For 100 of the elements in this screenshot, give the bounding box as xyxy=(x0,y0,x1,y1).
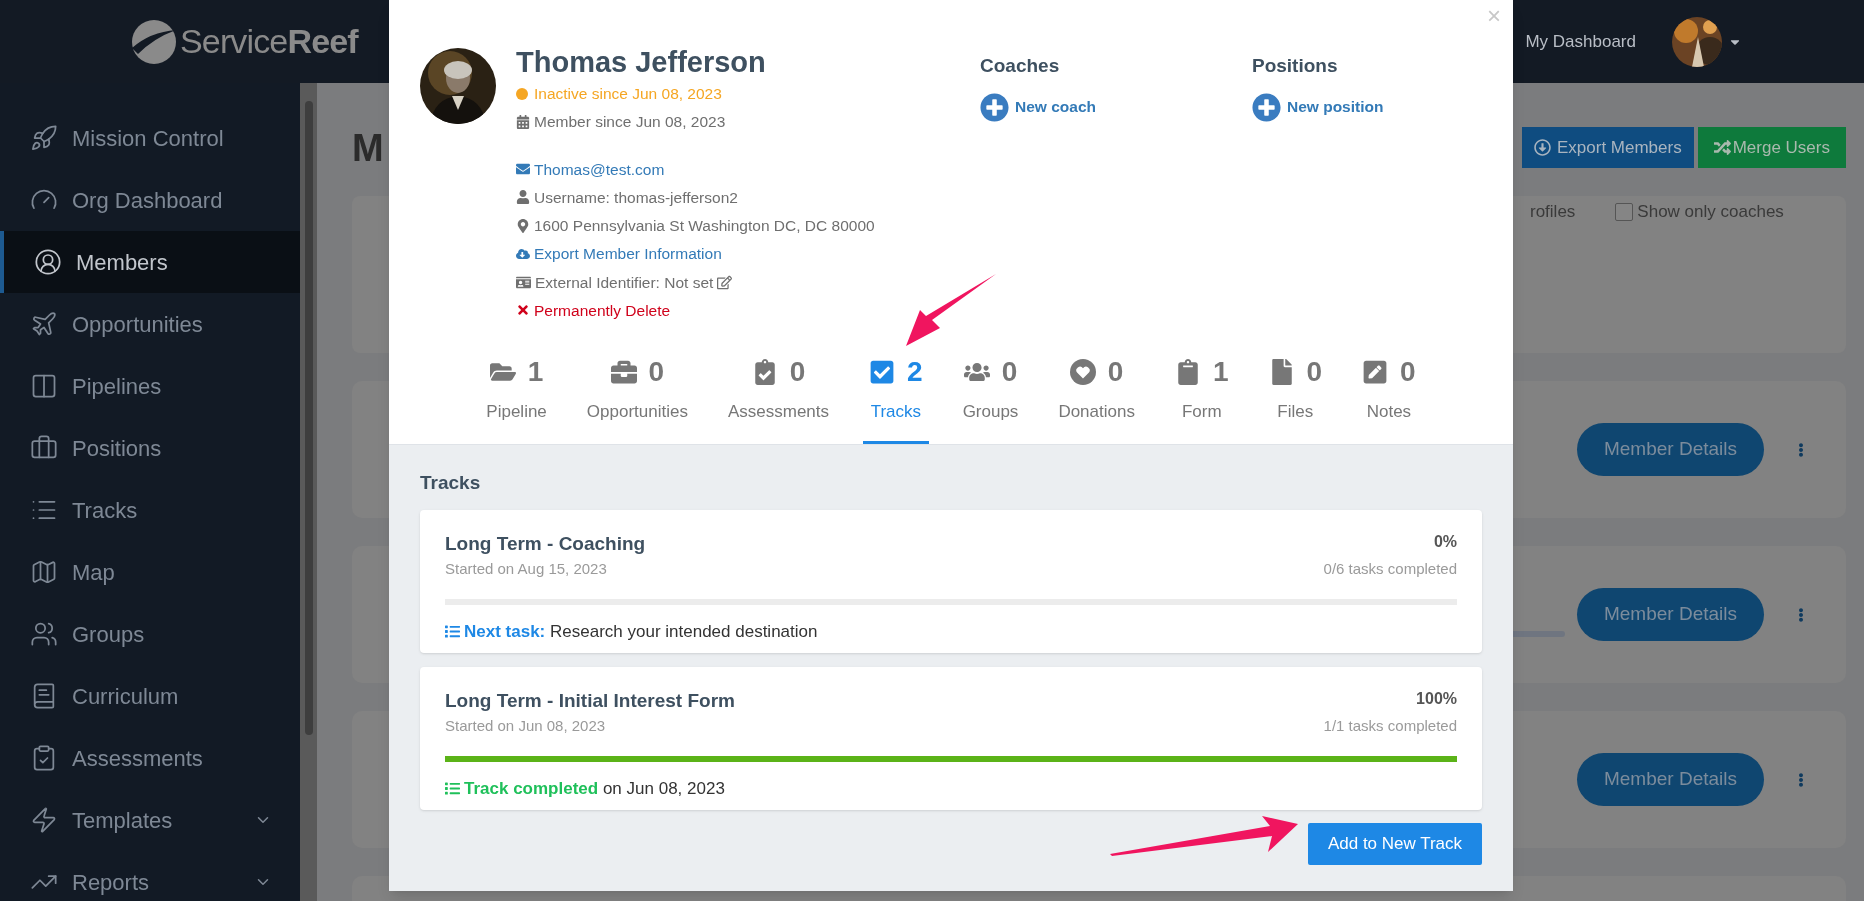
tab-icon xyxy=(610,359,637,385)
sidebar-item[interactable]: Members xyxy=(0,231,300,293)
sidebar-item[interactable]: Assessments xyxy=(0,727,300,789)
sidebar-icon xyxy=(30,372,58,400)
plus-icon xyxy=(1252,92,1281,122)
list-icon xyxy=(445,623,460,639)
logo[interactable]: ServiceReef xyxy=(130,16,358,67)
add-link[interactable]: New position xyxy=(1252,92,1384,122)
delete-link[interactable]: Permanently Delete xyxy=(534,298,671,322)
sidebar-icon xyxy=(34,248,62,276)
checkbox[interactable] xyxy=(1615,202,1634,221)
filter-label: rofiles xyxy=(1530,201,1576,223)
track-title: Long Term - Initial Interest Form xyxy=(445,688,735,713)
status-text: Inactive since Jun 08, 2023 xyxy=(534,84,722,104)
member-name: Thomas Jefferson xyxy=(516,45,767,80)
sidebar-icon xyxy=(30,620,58,648)
sidebar-item[interactable]: Org Dashboard xyxy=(0,169,300,231)
export-link[interactable]: Export Member Information xyxy=(534,242,722,266)
tab-count: 0 xyxy=(1306,355,1323,389)
sidebar-item[interactable]: Reports xyxy=(0,851,300,901)
tab-icon xyxy=(1362,359,1389,385)
section-heading: Coaches xyxy=(980,54,1061,78)
tab[interactable]: 0 Groups xyxy=(956,345,1025,444)
tab-label: Opportunities xyxy=(586,401,688,423)
sidebar-icon xyxy=(30,124,58,152)
track-percent: 0% xyxy=(1433,531,1457,552)
download-icon xyxy=(1534,139,1551,156)
sidebar-icon xyxy=(30,310,58,338)
sidebar-item[interactable]: Tracks xyxy=(0,479,300,541)
track-task-count: 1/1 tasks completed xyxy=(1323,716,1457,736)
add-link[interactable]: New coach xyxy=(980,92,1252,122)
tab-label: Form xyxy=(1181,401,1222,423)
tab[interactable]: 0 Assessments xyxy=(721,345,836,444)
track-percent: 100% xyxy=(1416,688,1457,709)
section-heading: Positions xyxy=(1252,54,1339,78)
user-icon xyxy=(516,190,530,205)
add-track-button[interactable]: Add to New Track xyxy=(1308,822,1482,865)
export-members-button[interactable]: Export Members xyxy=(1522,127,1694,168)
tab-count: 1 xyxy=(1212,355,1229,389)
page-title: M xyxy=(352,128,384,167)
sidebar-item[interactable]: Mission Control xyxy=(0,107,300,169)
sidebar-item[interactable]: Groups xyxy=(0,603,300,665)
sidebar-item[interactable]: Opportunities xyxy=(0,293,300,355)
tab-label: Tracks xyxy=(870,401,921,423)
merge-users-button[interactable]: Merge Users xyxy=(1697,127,1846,168)
sidebar-item[interactable]: Positions xyxy=(0,417,300,479)
tab-count: 0 xyxy=(1400,355,1416,389)
sidebar-item[interactable]: Templates xyxy=(0,789,300,851)
tab-label: Assessments xyxy=(727,401,830,423)
list-icon xyxy=(445,780,460,796)
tab-label: Files xyxy=(1277,401,1314,423)
tab-count: 0 xyxy=(789,355,806,389)
logo-icon xyxy=(130,17,178,66)
track-task-count: 0/6 tasks completed xyxy=(1323,559,1457,579)
section-heading: Tracks xyxy=(420,471,482,495)
sidebar-item[interactable]: Curriculum xyxy=(0,665,300,727)
email-icon xyxy=(516,162,530,177)
cloud-download-icon xyxy=(516,246,530,261)
logo-text: ServiceReef xyxy=(180,21,358,62)
member-details-button[interactable]: Member Details xyxy=(1577,588,1764,641)
track-footer: Track completed on Jun 08, 2023 xyxy=(464,775,725,801)
location-icon xyxy=(516,218,530,233)
tab-count: 0 xyxy=(1107,355,1124,389)
edit-icon[interactable] xyxy=(717,274,733,290)
close-icon xyxy=(516,303,530,318)
user-menu[interactable] xyxy=(1672,16,1742,67)
tab-count: 1 xyxy=(527,355,544,389)
tab[interactable]: 0 Donations xyxy=(1052,345,1141,444)
tab[interactable]: 1 Pipeline xyxy=(480,345,553,444)
tab-count: 2 xyxy=(907,355,923,389)
tab[interactable]: 1 Form xyxy=(1168,345,1235,444)
address: 1600 Pennsylvania St Washington DC, DC 80000 xyxy=(534,216,875,236)
member-details-button[interactable]: Member Details xyxy=(1577,753,1764,806)
tab-label: Donations xyxy=(1058,401,1135,423)
sidebar-item[interactable]: Pipelines xyxy=(0,355,300,417)
track-start-date: Started on Jun 08, 2023 xyxy=(445,716,606,736)
sidebar-item[interactable]: Map xyxy=(0,541,300,603)
username: Username: thomas-jefferson2 xyxy=(534,187,738,208)
tab-icon xyxy=(869,359,896,385)
track-start-date: Started on Aug 15, 2023 xyxy=(445,559,607,579)
member-details-button[interactable]: Member Details xyxy=(1577,423,1764,476)
plus-icon xyxy=(980,92,1009,122)
calendar-icon xyxy=(516,114,530,129)
checkbox-label: Show only coaches xyxy=(1637,201,1784,223)
dashboard-link[interactable]: My Dashboard xyxy=(1525,28,1636,55)
tab-count: 0 xyxy=(1001,355,1018,389)
external-identifier: External Identifier: Not set xyxy=(535,272,714,293)
tab[interactable]: 0 Opportunities xyxy=(580,345,694,444)
tab-label: Pipeline xyxy=(486,401,547,423)
member-since: Member since Jun 08, 2023 xyxy=(534,112,726,133)
shuffle-icon xyxy=(1713,139,1731,156)
tab-icon xyxy=(1069,359,1096,385)
tab[interactable]: 0 Notes xyxy=(1356,345,1422,444)
tab[interactable]: 0 Files xyxy=(1262,345,1329,444)
email-link[interactable]: Thomas@test.com xyxy=(534,157,665,181)
track-title: Long Term - Coaching xyxy=(445,531,646,556)
track-footer: Next task: Research your intended destination xyxy=(464,618,818,644)
sidebar-icon xyxy=(30,806,58,834)
tab-count: 0 xyxy=(648,355,665,389)
id-card-icon xyxy=(516,274,531,290)
